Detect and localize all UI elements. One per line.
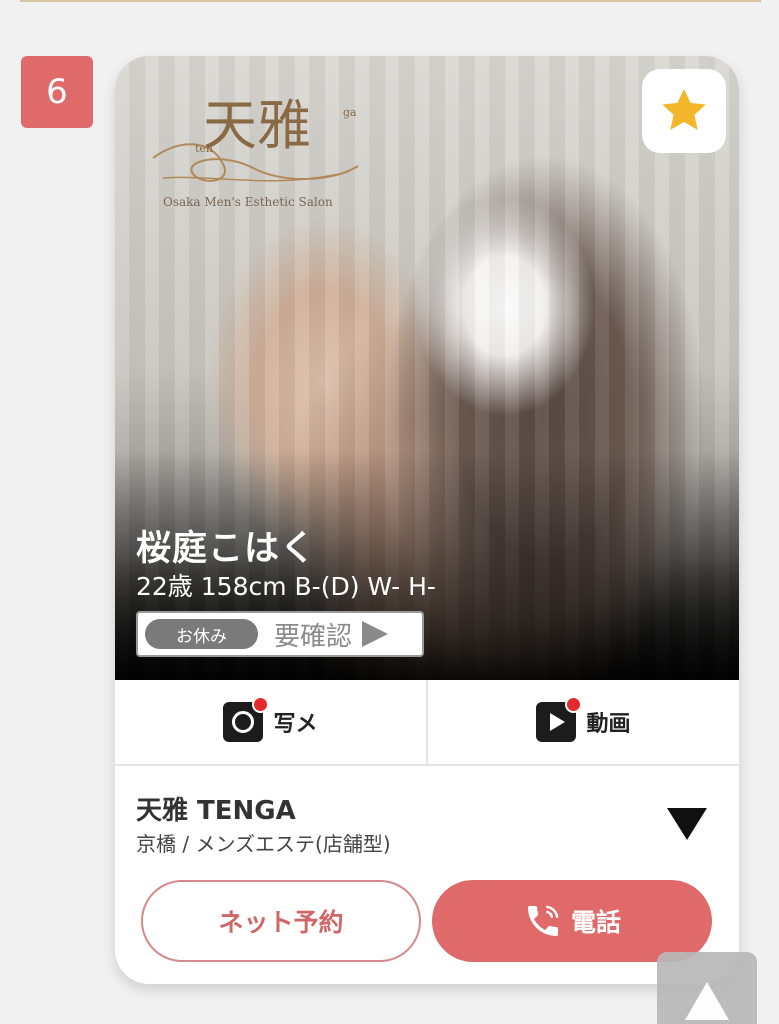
shop-meta: 京橋 / メンズエステ(店舗型) — [136, 832, 391, 856]
logo-subtitle: Osaka Men's Esthetic Salon — [163, 195, 333, 209]
online-reservation-button[interactable]: ネット予約 — [141, 880, 421, 962]
star-icon — [662, 88, 706, 130]
chevron-down-icon[interactable] — [667, 808, 707, 840]
scroll-to-top-button[interactable] — [657, 952, 757, 1024]
logo-kanji: 天雅 — [203, 94, 311, 157]
call-button[interactable]: 電話 — [432, 880, 712, 962]
favorite-button[interactable] — [642, 69, 726, 153]
play-arrow-icon — [362, 621, 389, 647]
top-divider — [20, 0, 761, 2]
notification-dot — [252, 696, 270, 713]
notification-dot — [565, 696, 583, 713]
rank-badge: 6 — [21, 56, 93, 128]
therapist-card[interactable]: 天雅 ten ga Osaka Men's Esthetic Salon 桜庭こ… — [115, 56, 739, 984]
shop-name[interactable]: 天雅 TENGA — [136, 790, 296, 827]
photo-diary-label: 写メ — [273, 712, 318, 737]
logo-romaji-left: ten — [195, 142, 213, 155]
photo-diary-button[interactable]: 写メ — [115, 680, 426, 764]
status-pill: お休み — [145, 619, 258, 649]
logo-romaji-right: ga — [343, 106, 357, 119]
therapist-stats: 22歳 158cm B-(D) W- H- — [136, 572, 436, 601]
media-row: 写メ 動画 — [115, 680, 739, 766]
video-label: 動画 — [586, 712, 631, 737]
therapist-name[interactable]: 桜庭こはく — [136, 520, 316, 571]
phone-icon — [527, 905, 559, 936]
schedule-status-button[interactable]: お休み 要確認 — [136, 611, 424, 657]
camera-icon — [223, 696, 270, 742]
call-label: 電話 — [570, 908, 621, 937]
arrow-up-icon — [685, 982, 729, 1020]
shop-logo: 天雅 ten ga Osaka Men's Esthetic Salon — [152, 94, 359, 209]
status-text: 要確認 — [274, 621, 353, 652]
play-icon — [536, 696, 583, 742]
video-button[interactable]: 動画 — [426, 680, 739, 764]
